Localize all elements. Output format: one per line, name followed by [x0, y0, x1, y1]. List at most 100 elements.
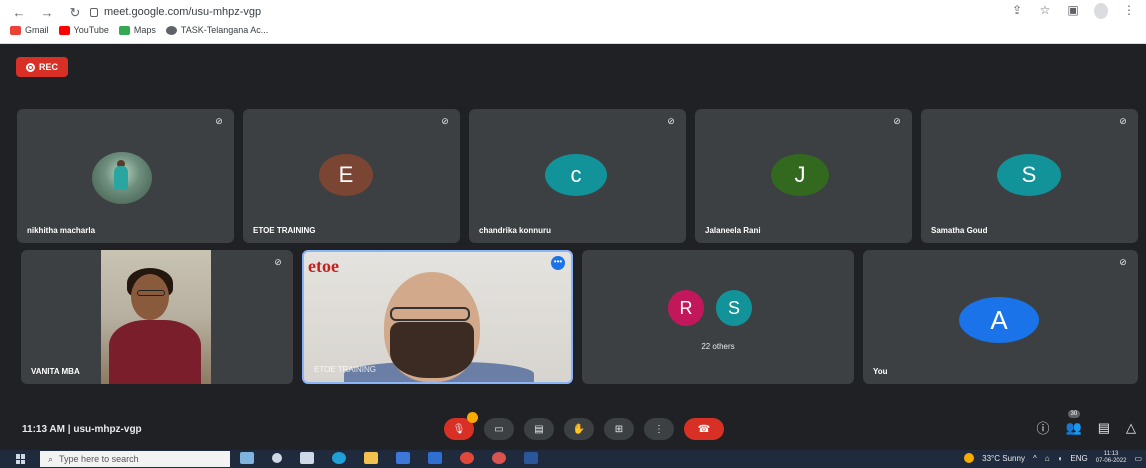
mail-icon[interactable] — [428, 452, 442, 464]
cortana-icon[interactable] — [272, 453, 282, 463]
windows-start-icon[interactable] — [16, 454, 26, 464]
etoe-logo: etoe — [308, 256, 339, 276]
participant-name: You — [873, 367, 888, 376]
menu-kebab-icon[interactable]: ⋮ — [1122, 3, 1136, 19]
windows-taskbar: ⌕ Type here to search 33°C Sunny ^ ⌂ ◖ E… — [0, 450, 1146, 468]
others-count-label: 22 others — [701, 342, 735, 351]
recording-badge: REC — [16, 57, 68, 77]
meet-bottom-bar: 11:13 AM | usu-mhpz-vgp 🎙 ▭ ▤ ✋ ⊞ ⋮ ☎ ⓘ … — [0, 409, 1146, 450]
meet-side-controls: ⓘ 30 👥 ▤ △ — [1037, 409, 1136, 437]
participant-tile[interactable]: S ⊘ Samatha Goud — [921, 109, 1138, 243]
others-avatar: S — [714, 288, 754, 328]
participant-name: nikhitha macharla — [27, 226, 96, 235]
weather-sun-icon — [964, 453, 975, 463]
taskbar-search[interactable]: ⌕ Type here to search — [40, 451, 230, 467]
bookmark-label: YouTube — [73, 25, 109, 35]
youtube-icon — [58, 25, 70, 35]
taskbar-clock[interactable]: 11:13 07-06-2022 — [1096, 451, 1127, 465]
present-icon: ⊞ — [614, 423, 624, 435]
bookmark-maps[interactable]: Maps — [118, 25, 156, 35]
captions-icon: ▤ — [534, 423, 544, 435]
chat-icon[interactable]: ▤ — [1098, 420, 1110, 436]
present-button[interactable]: ⊞ — [604, 418, 634, 440]
url-text: meet.google.com/usu-mhpz-vgp — [104, 6, 262, 18]
address-bar[interactable]: meet.google.com/usu-mhpz-vgp — [90, 4, 690, 20]
mic-off-icon: ⊘ — [1119, 116, 1127, 126]
screen: ← → ↻ meet.google.com/usu-mhpz-vgp ⇪ ☆ ▣… — [0, 0, 1146, 468]
camera-icon: ▭ — [494, 423, 504, 435]
more-options-button[interactable]: ⋮ — [644, 418, 674, 440]
bookmark-task[interactable]: TASK-Telangana Ac... — [165, 25, 269, 35]
leave-call-button[interactable]: ☎ — [684, 418, 724, 440]
participant-avatar: S — [997, 154, 1061, 196]
participant-tile[interactable]: E ⊘ ETOE TRAINING — [243, 109, 460, 243]
sidepanel-icon[interactable]: ▣ — [1066, 3, 1080, 19]
participant-avatar: J — [771, 154, 829, 196]
self-tile[interactable]: A ⊘ You — [863, 250, 1138, 384]
mic-off-icon: ⊘ — [893, 116, 901, 126]
video-person-beard — [390, 322, 474, 378]
participant-name: Samatha Goud — [931, 226, 988, 235]
call-controls: 🎙 ▭ ▤ ✋ ⊞ ⋮ ☎ — [444, 412, 724, 440]
mic-off-icon: ⊘ — [1119, 257, 1127, 267]
video-person-head — [131, 274, 169, 320]
forward-icon[interactable]: → — [40, 5, 54, 21]
others-avatar: R — [666, 288, 706, 328]
news-widget-icon[interactable] — [240, 452, 254, 464]
start-tile — [16, 459, 20, 464]
mic-off-icon: 🎙 — [452, 423, 466, 435]
bookmark-star-icon[interactable]: ☆ — [1038, 3, 1052, 19]
start-tile — [21, 459, 25, 464]
back-icon[interactable]: ← — [12, 5, 26, 21]
bookmark-gmail[interactable]: Gmail — [10, 25, 49, 35]
notification-icon[interactable]: ▭ — [1134, 454, 1142, 463]
task-view-icon[interactable] — [300, 452, 314, 464]
opera-icon[interactable] — [492, 452, 506, 464]
people-icon: 👥 — [1065, 419, 1082, 435]
participant-tile-video[interactable]: ⊘ VANITA MBA — [21, 250, 293, 384]
participant-name: Jalaneela Rani — [705, 226, 761, 235]
bookmark-label: TASK-Telangana Ac... — [180, 25, 269, 35]
clock-time: 11:13 — [1103, 451, 1119, 457]
network-icon[interactable]: ⌂ — [1045, 454, 1050, 463]
participant-video — [101, 250, 211, 384]
reload-icon[interactable]: ↻ — [68, 5, 82, 21]
more-options-icon[interactable]: ••• — [551, 256, 565, 270]
participant-tile-speaking[interactable]: etoe ••• ETOE TRAINING — [302, 250, 573, 384]
taskbar-apps — [240, 452, 538, 464]
photo-figure-body — [114, 166, 128, 190]
participant-name: ETOE TRAINING — [314, 365, 376, 374]
volume-icon[interactable]: ◖ — [1058, 454, 1063, 463]
bookmarks-bar: Gmail YouTube Maps TASK-Telangana Ac... — [10, 25, 268, 35]
bookmark-youtube[interactable]: YouTube — [58, 25, 109, 35]
weather-text[interactable]: 33°C Sunny — [982, 454, 1025, 463]
participant-tile[interactable]: J ⊘ Jalaneela Rani — [695, 109, 912, 243]
word-icon[interactable] — [524, 452, 538, 464]
globe-icon — [165, 25, 177, 35]
store-icon[interactable] — [396, 452, 410, 464]
language-indicator[interactable]: ENG — [1070, 454, 1087, 463]
share-icon[interactable]: ⇪ — [1010, 3, 1024, 19]
profile-avatar[interactable] — [1094, 3, 1108, 19]
edge-icon[interactable] — [332, 452, 346, 464]
file-explorer-icon[interactable] — [364, 452, 378, 464]
chevron-up-icon[interactable]: ^ — [1033, 454, 1037, 463]
participant-tile[interactable]: c ⊘ chandrika konnuru — [469, 109, 686, 243]
participant-tile[interactable]: ⊘ nikhitha macharla — [17, 109, 234, 243]
info-icon[interactable]: ⓘ — [1037, 418, 1050, 437]
mic-off-icon: ⊘ — [667, 116, 675, 126]
chrome-icon[interactable] — [460, 452, 474, 464]
activities-icon[interactable]: △ — [1126, 420, 1136, 436]
search-icon: ⌕ — [48, 453, 54, 464]
kebab-icon: ⋮ — [654, 423, 664, 435]
mic-off-icon: ⊘ — [441, 116, 449, 126]
camera-toggle-button[interactable]: ▭ — [484, 418, 514, 440]
captions-button[interactable]: ▤ — [524, 418, 554, 440]
mic-toggle-button[interactable]: 🎙 — [444, 412, 478, 440]
people-button[interactable]: 30 👥 — [1065, 409, 1082, 436]
participant-photo — [92, 152, 152, 204]
raise-hand-button[interactable]: ✋ — [564, 418, 594, 440]
bookmark-label: Maps — [133, 25, 156, 35]
others-tile[interactable]: R S 22 others — [582, 250, 854, 384]
participant-avatar: c — [545, 154, 607, 196]
